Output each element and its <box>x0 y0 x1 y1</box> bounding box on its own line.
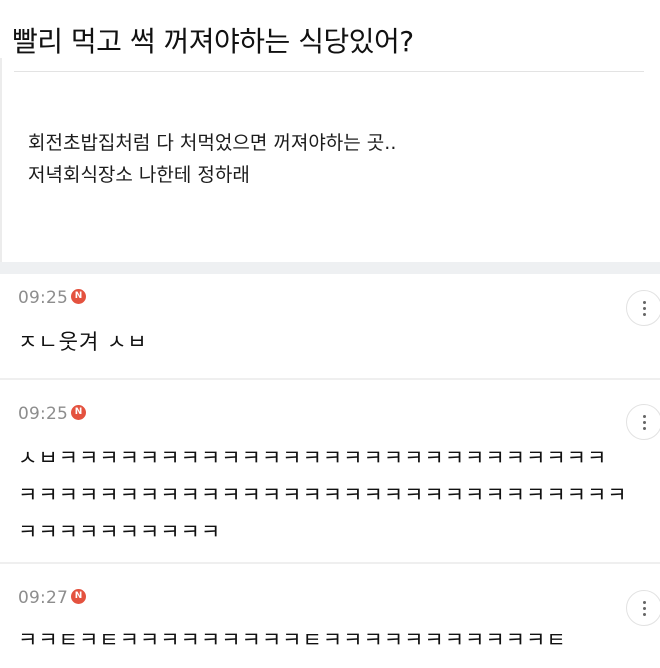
comment-meta: 09:27 N <box>18 588 86 608</box>
comment-more-button[interactable] <box>626 290 660 326</box>
title-divider <box>14 71 644 72</box>
post-body: 회전초밥집처럼 다 처먹었으면 꺼져야하는 곳.. 저녁회식장소 나한테 정하래 <box>28 127 396 191</box>
comment-text: ㅈㄴ웃겨 ㅅㅂ <box>18 324 148 361</box>
comment-more-button[interactable] <box>626 404 660 440</box>
new-badge-icon: N <box>71 588 86 604</box>
more-vertical-icon <box>642 414 646 430</box>
post: 빨리 먹고 썩 꺼져야하는 식당있어? 회전초밥집처럼 다 처먹었으면 꺼져야하… <box>0 0 660 262</box>
post-left-rail <box>0 58 2 262</box>
comment-meta: 09:25 N <box>18 288 86 308</box>
comment-time: 09:25 <box>18 288 68 308</box>
new-badge-icon: N <box>71 288 86 304</box>
comment-line: ㅋㅋㅋㅋㅋㅋㅋㅋㅋㅋㅋㅋㅋㅋㅋㅋㅋㅋㅋㅋㅋㅋㅋㅋㅋㅋㅋㅋㅋㅋ <box>18 483 628 507</box>
comment-text: ㅋㅋㅌㅋㅌㅋㅋㅋㅋㅋㅋㅋㅋㅋㅌㅋㅋㅋㅋㅋㅋㅋㅋㅋㅋㅋㅌ <box>18 622 567 659</box>
comment-more-button[interactable] <box>626 590 660 626</box>
comment-item: 09:25 N ㅈㄴ웃겨 ㅅㅂ <box>0 274 660 378</box>
comment-item: 09:27 N ㅋㅋㅌㅋㅌㅋㅋㅋㅋㅋㅋㅋㅋㅋㅌㅋㅋㅋㅋㅋㅋㅋㅋㅋㅋㅋㅌ <box>0 564 660 668</box>
comment-line: ㅋㅋㅋㅋㅋㅋㅋㅋㅋㅋ <box>18 520 222 544</box>
section-divider <box>0 262 660 274</box>
post-body-line: 저녁회식장소 나한테 정하래 <box>28 164 250 186</box>
comment-line: ㅋㅋㅌㅋㅌㅋㅋㅋㅋㅋㅋㅋㅋㅋㅌㅋㅋㅋㅋㅋㅋㅋㅋㅋㅋㅋㅌ <box>18 628 567 652</box>
post-body-line: 회전초밥집처럼 다 처먹었으면 꺼져야하는 곳.. <box>28 132 397 154</box>
comment-line: ㅅㅂㅋㅋㅋㅋㅋㅋㅋㅋㅋㅋㅋㅋㅋㅋㅋㅋㅋㅋㅋㅋㅋㅋㅋㅋㅋㅋㅋ <box>18 446 608 470</box>
more-vertical-icon <box>642 300 646 316</box>
new-badge-icon: N <box>71 404 86 420</box>
comment-meta: 09:25 N <box>18 404 86 424</box>
comment-time: 09:27 <box>18 588 68 608</box>
comment-time: 09:25 <box>18 404 68 424</box>
post-title: 빨리 먹고 썩 꺼져야하는 식당있어? <box>12 25 414 58</box>
comment-text: ㅅㅂㅋㅋㅋㅋㅋㅋㅋㅋㅋㅋㅋㅋㅋㅋㅋㅋㅋㅋㅋㅋㅋㅋㅋㅋㅋㅋㅋ ㅋㅋㅋㅋㅋㅋㅋㅋㅋㅋ… <box>18 440 628 551</box>
comment-line: ㅈㄴ웃겨 ㅅㅂ <box>18 330 148 354</box>
comment-item: 09:25 N ㅅㅂㅋㅋㅋㅋㅋㅋㅋㅋㅋㅋㅋㅋㅋㅋㅋㅋㅋㅋㅋㅋㅋㅋㅋㅋㅋㅋㅋ ㅋㅋ… <box>0 380 660 562</box>
more-vertical-icon <box>642 600 646 616</box>
